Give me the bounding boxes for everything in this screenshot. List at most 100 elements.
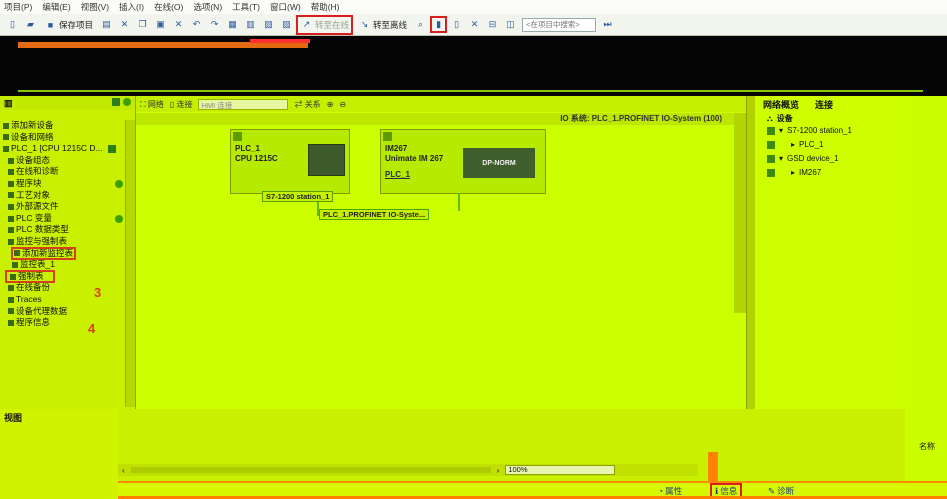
add-device-icon <box>3 122 9 129</box>
project-search-input[interactable] <box>522 17 597 32</box>
compile-icon[interactable]: ▦ <box>226 18 239 31</box>
download-icon[interactable]: ▥ <box>244 18 257 31</box>
new-project-icon[interactable]: ▯ <box>6 18 19 31</box>
im267-device-box[interactable]: IM267 Unimate IM 267 PLC_1 DP-NORM <box>380 129 546 194</box>
open-project-icon[interactable]: ▰ <box>24 18 37 31</box>
zoom-select[interactable]: 100% <box>505 465 616 475</box>
tree-toolbar-icons: ▥ <box>4 97 13 108</box>
save-project-button[interactable]: ■ 保存项目 <box>42 17 95 33</box>
tree-scrollbar[interactable] <box>125 120 135 407</box>
row-check-icon <box>767 126 775 135</box>
tree-item-online-backup[interactable]: 在线备份 <box>0 282 135 294</box>
menu-online[interactable]: 在线(O) <box>154 1 183 13</box>
annotation-3: 3 <box>94 285 102 300</box>
menu-project[interactable]: 项目(P) <box>4 1 32 13</box>
plc-device-box[interactable]: PLC_1 CPU 1215C <box>230 129 350 194</box>
copy-icon[interactable]: ❐ <box>136 18 149 31</box>
im-name: IM267 <box>385 144 408 153</box>
tree-item-plc-datatypes[interactable]: PLC 数据类型 <box>0 224 135 236</box>
name-column-label: 名称 <box>919 442 935 451</box>
ok-status-icon <box>115 214 123 223</box>
go-online-button[interactable]: ↗ 转至在线 <box>296 14 354 35</box>
program-info-icon <box>8 319 14 326</box>
zoom-in-icon[interactable]: ⊕ <box>327 100 334 109</box>
tree-item-program-blocks[interactable]: 程序块 <box>0 178 135 190</box>
scroll-right-icon[interactable]: › <box>497 466 500 475</box>
start-cpu-icon[interactable]: ▮ <box>430 16 448 33</box>
overview-row-plc[interactable]: ▸ PLC_1 <box>767 140 823 149</box>
redo-icon[interactable]: ↷ <box>208 18 221 31</box>
menu-view[interactable]: 视图(V) <box>81 1 109 13</box>
overview-row-station[interactable]: ▾ S7-1200 station_1 <box>767 126 852 135</box>
menu-tools[interactable]: 工具(T) <box>232 1 260 13</box>
ok-status-icon <box>115 179 123 188</box>
menu-window[interactable]: 窗口(W) <box>270 1 301 13</box>
search-go-icon[interactable]: ⏭ <box>601 18 614 31</box>
scroll-left-icon[interactable]: ‹ <box>122 466 125 475</box>
collapse-icon[interactable]: ▸ <box>791 140 795 149</box>
cut-icon[interactable]: ✕ <box>118 18 131 31</box>
network-scrollbar[interactable] <box>734 113 746 313</box>
program-blocks-icon <box>8 180 14 187</box>
tree-item-traces[interactable]: Traces <box>0 294 135 306</box>
diagnostics-icon <box>8 169 14 176</box>
cross-reference-icon[interactable]: ✕ <box>468 18 481 31</box>
io-system-header: IO 系统: PLC_1.PROFINET IO-System (100) <box>136 113 746 125</box>
tree-item-plc-tags[interactable]: PLC 变量 <box>0 213 135 225</box>
main-toolbar: ▯ ▰ ■ 保存项目 ▤ ✕ ❐ ▣ ✕ ↶ ↷ ▦ ▥ ▧ ▨ ↗ 转至在线 ↘ 转… <box>0 14 947 36</box>
properties-icon: ◔ <box>658 486 664 496</box>
zoom-out-icon[interactable]: ⊖ <box>339 100 346 109</box>
upload-icon[interactable]: ▧ <box>262 18 275 31</box>
print-icon[interactable]: ▤ <box>100 18 113 31</box>
menu-bar: 项目(P) 编辑(E) 视图(V) 插入(I) 在线(O) 选项(N) 工具(T… <box>0 0 947 14</box>
tree-item-device-config[interactable]: 设备组态 <box>0 155 135 167</box>
overview-row-im267[interactable]: ▸ IM267 <box>767 168 821 177</box>
tree-item-add-watch-table[interactable]: 添加新监控表 <box>0 246 135 261</box>
accessible-devices-icon[interactable]: ⌕ <box>414 18 427 31</box>
tree-item-technology-objects[interactable]: 工艺对象 <box>0 190 135 202</box>
tree-item-watch-force-tables[interactable]: 监控与强制表 <box>0 236 135 248</box>
network-icon <box>3 134 9 141</box>
undo-icon[interactable]: ↶ <box>190 18 203 31</box>
horizontal-scrollbar[interactable] <box>130 467 491 473</box>
title-red-mark <box>250 39 310 43</box>
tags-icon <box>8 215 14 222</box>
relations-button[interactable]: ⇄ 关系 <box>294 99 320 110</box>
split-vertical-icon[interactable]: ◫ <box>504 18 517 31</box>
profinet-subnet-label[interactable]: PLC_1.PROFINET IO-Syste... <box>319 209 430 220</box>
overview-row-gsd[interactable]: ▾ GSD device_1 <box>767 154 839 163</box>
network-toolbar: ⛶ 网络 ▯ 连接 HMI 连接 ⇄ 关系 ⊕ ⊖ <box>136 96 746 112</box>
info-icon: ℹ <box>715 485 719 496</box>
tree-item-device-proxy[interactable]: 设备代理数据 <box>0 306 135 318</box>
paste-icon[interactable]: ▣ <box>154 18 167 31</box>
tree-item-force-table[interactable]: 强制表 <box>0 269 135 284</box>
im-controller-link[interactable]: PLC_1 <box>385 170 410 179</box>
menu-help[interactable]: 帮助(H) <box>311 1 340 13</box>
expand-icon[interactable]: ▾ <box>779 154 783 163</box>
menu-insert[interactable]: 插入(I) <box>119 1 144 13</box>
expand-icon[interactable]: ▾ <box>779 126 783 135</box>
split-horizontal-icon[interactable]: ⊟ <box>486 18 499 31</box>
tree-item-plc1[interactable]: PLC_1 [CPU 1215C D... <box>0 143 135 155</box>
simulation-icon[interactable]: ▨ <box>280 18 293 31</box>
tree-item-program-info[interactable]: 程序信息 <box>0 317 135 329</box>
traces-icon <box>8 296 14 303</box>
menu-edit[interactable]: 编辑(E) <box>42 1 70 13</box>
connections-button[interactable]: ▯ 连接 <box>170 99 193 110</box>
go-offline-button[interactable]: ↘ 转至离线 <box>356 17 409 33</box>
network-button[interactable]: ⛶ 网络 <box>140 99 164 110</box>
im-type: Unimate IM 267 <box>385 154 444 163</box>
tree-item-add-device[interactable]: 添加新设备 <box>0 120 135 132</box>
overview-splitter[interactable] <box>747 96 755 409</box>
tree-item-external-sources[interactable]: 外部源文件 <box>0 201 135 213</box>
tab-network-overview[interactable]: 网络概览 <box>763 98 799 111</box>
collapse-icon[interactable]: ▸ <box>791 168 795 177</box>
tree-item-watch-table-1[interactable]: 监控表_1 <box>0 259 135 271</box>
tab-connections[interactable]: 连接 <box>815 98 833 111</box>
stop-cpu-icon[interactable]: ▯ <box>450 18 463 31</box>
delete-icon[interactable]: ✕ <box>172 18 185 31</box>
connection-type-select[interactable]: HMI 连接 <box>198 98 289 110</box>
menu-options[interactable]: 选项(N) <box>193 1 222 13</box>
tree-item-devices-networks[interactable]: 设备和网络 <box>0 132 135 144</box>
tree-item-online-diagnostics[interactable]: 在线和诊断 <box>0 166 135 178</box>
